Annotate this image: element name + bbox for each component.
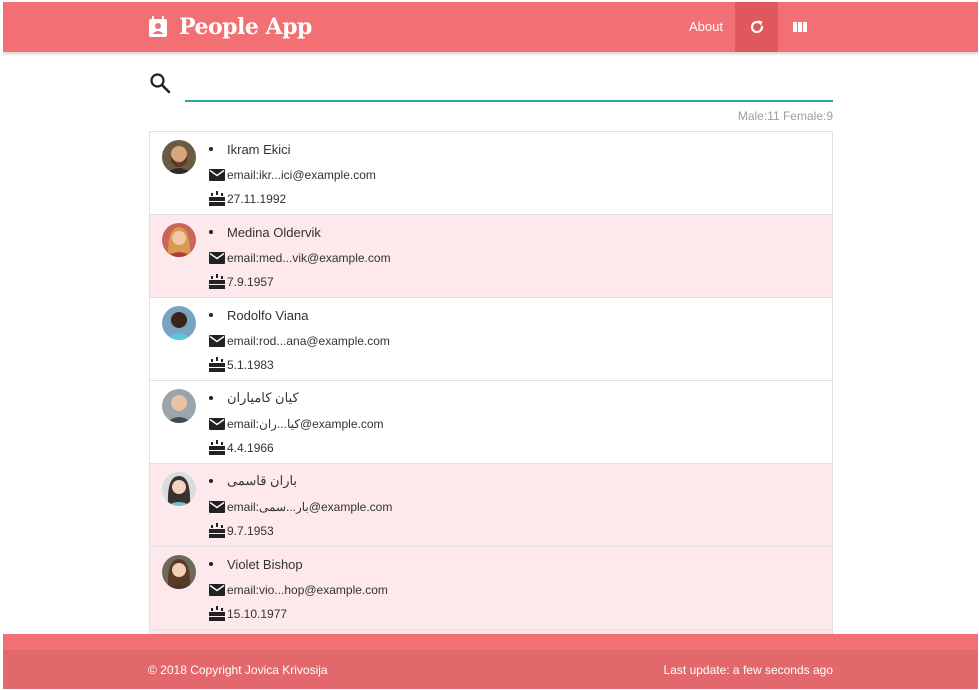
list-item[interactable]: Medina Oldervik email:med...vik@example.… [150,215,832,298]
person-birthday: 27.11.1992 [227,192,287,206]
last-update-text: Last update: a few seconds ago [663,663,833,677]
person-name: Rodolfo Viana [227,307,309,323]
person-name: Violet Bishop [227,556,303,572]
copyright-text: © 2018 Copyright Jovica Krivosija [148,663,328,677]
list-item[interactable]: Violet Bishop email:vio...hop@example.co… [150,547,832,630]
mail-icon [209,252,225,264]
person-name: Ikram Ekici [227,141,291,157]
bullet [209,313,213,317]
cake-icon [209,274,225,289]
footer: © 2018 Copyright Jovica Krivosija Last u… [3,634,978,689]
refresh-button[interactable] [735,2,778,52]
app-window: People App About Male:11 Female:9 Ikram … [3,2,978,689]
list-item[interactable]: باران قاسمی email:بار...سمی@example.com … [150,464,832,547]
cake-icon [209,357,225,372]
person-birthday: 7.9.1957 [227,275,274,289]
person-birthday: 15.10.1977 [227,607,288,621]
bullet [209,562,213,566]
person-name: کیان کامیاران [227,390,299,405]
bullet [209,396,213,400]
avatar [162,306,196,340]
list-item[interactable]: Ikram Ekici email:ikr...ici@example.com … [150,132,832,215]
about-link[interactable]: About [677,2,735,52]
person-email: email:کیا...ران@example.com [227,417,384,431]
bullet [209,479,213,483]
person-name: باران قاسمی [227,473,298,488]
person-birthday: 9.7.1953 [227,524,274,538]
view-columns-icon [792,22,807,32]
navbar: People App About [3,2,978,52]
nav-actions: About [677,2,821,52]
cake-icon [209,606,225,621]
list-item[interactable]: کیان کامیاران email:کیا...ران@example.co… [150,381,832,464]
cake-icon [209,440,225,455]
mail-icon [209,418,225,430]
people-list: Ikram Ekici email:ikr...ici@example.com … [149,131,833,689]
search-bar [149,70,833,102]
avatar [162,140,196,174]
bullet [209,147,213,151]
bullet [209,230,213,234]
person-email: email:ikr...ici@example.com [227,168,376,182]
contact-card-icon [149,16,167,37]
mail-icon [209,584,225,596]
view-columns-button[interactable] [778,2,821,52]
mail-icon [209,501,225,513]
person-name: Medina Oldervik [227,224,321,240]
person-birthday: 5.1.1983 [227,358,274,372]
person-email: email:med...vik@example.com [227,251,391,265]
refresh-icon [750,20,763,34]
cake-icon [209,523,225,538]
gender-counts: Male:11 Female:9 [737,109,833,123]
person-email: email:rod...ana@example.com [227,334,390,348]
brand[interactable]: People App [149,13,312,41]
avatar [162,389,196,423]
person-birthday: 4.4.1966 [227,441,274,455]
mail-icon [209,335,225,347]
person-email: email:بار...سمی@example.com [227,500,393,514]
brand-title: People App [179,14,312,40]
avatar [162,555,196,589]
search-input[interactable] [185,70,833,102]
avatar [162,472,196,506]
avatar [162,223,196,257]
list-item[interactable]: Rodolfo Viana email:rod...ana@example.co… [150,298,832,381]
person-email: email:vio...hop@example.com [227,583,388,597]
mail-icon [209,169,225,181]
cake-icon [209,191,225,206]
search-icon [150,73,171,94]
